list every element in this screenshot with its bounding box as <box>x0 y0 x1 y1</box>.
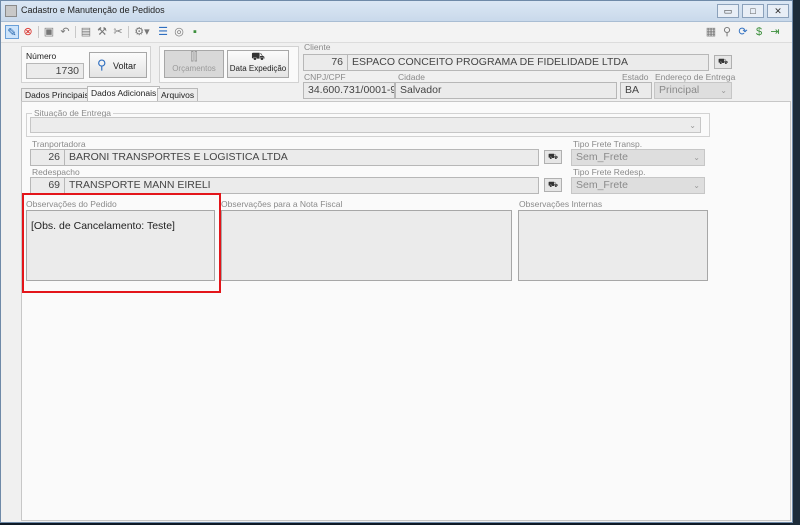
print-icon[interactable]: ▤ <box>79 25 93 39</box>
cliente-label: Cliente <box>304 42 331 52</box>
window-title: Cadastro e Manutenção de Pedidos <box>21 5 165 15</box>
chevron-down-icon: ⌄ <box>693 153 700 162</box>
close-button[interactable]: ✕ <box>767 4 789 18</box>
dollar-icon[interactable]: $ <box>752 25 766 39</box>
transportadora-label: Tranportadora <box>32 139 86 149</box>
estado-label: Estado <box>622 72 649 82</box>
tools-icon[interactable]: ⚒ <box>95 25 109 39</box>
refresh-icon[interactable]: ⟳ <box>736 25 750 39</box>
maximize-button[interactable]: □ <box>742 4 764 18</box>
cidade-field[interactable]: Salvador <box>395 82 617 99</box>
endereco-label: Endereço de Entrega <box>655 72 736 82</box>
chevron-down-icon: ⌄ <box>720 86 727 95</box>
voltar-label: Voltar <box>113 61 137 71</box>
cliente-name-field[interactable]: ESPACO CONCEITO PROGRAMA DE FIDELIDADE L… <box>347 54 709 71</box>
endereco-value: Principal <box>659 84 700 96</box>
export-icon[interactable]: ▪ <box>188 25 202 39</box>
voltar-button[interactable]: ⚲ Voltar <box>89 52 147 78</box>
redespacho-code-field[interactable]: 69 <box>30 177 65 194</box>
toolbar: ✎ ⊗ ▣ ↶ ▤ ⚒ ✂ ⚙▾ ☰ ◎ ▪ ▦ ⚲ ⟳ $ ⇥ <box>1 22 792 43</box>
cancel-icon[interactable]: ⊗ <box>21 25 35 39</box>
cidade-label: Cidade <box>398 72 425 82</box>
list-icon[interactable]: ☰ <box>156 25 170 39</box>
highlight-box <box>22 193 221 293</box>
search-icon: ⚲ <box>97 57 107 72</box>
tipo-frete-redesp-select[interactable]: Sem_Frete ⌄ <box>571 177 705 194</box>
main-window: Cadastro e Manutenção de Pedidos ▭ □ ✕ ✎… <box>0 0 793 523</box>
data-expedicao-label: Data Expedição <box>229 64 287 73</box>
tab-dados-principais[interactable]: Dados Principais <box>21 88 93 101</box>
orcamentos-button[interactable]: ⫿⫿ Orçamentos <box>164 50 224 78</box>
situacao-select[interactable]: ⌄ <box>30 117 701 133</box>
chevron-down-icon: ⌄ <box>693 181 700 190</box>
save-icon[interactable]: ▣ <box>42 25 56 39</box>
redespacho-lookup-button[interactable]: ⛟ <box>544 178 562 192</box>
obs-internas-label: Observações Internas <box>519 199 603 209</box>
tipo-frete-transp-value: Sem_Frete <box>576 151 628 163</box>
copy-icon[interactable]: ◎ <box>172 25 186 39</box>
exit-icon[interactable]: ⇥ <box>768 25 782 39</box>
redespacho-name-field[interactable]: TRANSPORTE MANN EIRELI <box>64 177 539 194</box>
data-expedicao-button[interactable]: ⛟ Data Expedição <box>227 50 289 78</box>
tipo-frete-redesp-label: Tipo Frete Redesp. <box>573 167 646 177</box>
obs-internas-textarea[interactable] <box>518 210 708 281</box>
truck-icon: ⛟ <box>251 51 265 63</box>
edit-icon[interactable]: ✎ <box>5 25 19 39</box>
cnpj-field[interactable]: 34.600.731/0001-90 <box>303 82 395 99</box>
chart-icon[interactable]: ⚙▾ <box>132 25 152 39</box>
transportadora-lookup-button[interactable]: ⛟ <box>544 150 562 164</box>
obs-nota-label: Observações para a Nota Fiscal <box>221 199 343 209</box>
numero-label: Número <box>26 51 57 61</box>
tipo-frete-redesp-value: Sem_Frete <box>576 179 628 191</box>
numero-field[interactable]: 1730 <box>26 63 84 79</box>
obs-nota-textarea[interactable] <box>221 210 512 281</box>
title-bar: Cadastro e Manutenção de Pedidos ▭ □ ✕ <box>1 1 792 22</box>
tab-dados-adicionais[interactable]: Dados Adicionais <box>87 86 161 102</box>
chevron-down-icon: ⌄ <box>689 121 696 130</box>
orcamentos-label: Orçamentos <box>172 64 216 73</box>
cnpj-label: CNPJ/CPF <box>304 72 346 82</box>
redespacho-label: Redespacho <box>32 167 80 177</box>
tipo-frete-transp-select[interactable]: Sem_Frete ⌄ <box>571 149 705 166</box>
cliente-code-field[interactable]: 76 <box>303 54 348 71</box>
undo-icon[interactable]: ↶ <box>58 25 72 39</box>
app-icon <box>5 5 17 17</box>
transportadora-code-field[interactable]: 26 <box>30 149 65 166</box>
estado-field[interactable]: BA <box>620 82 652 99</box>
transportadora-name-field[interactable]: BARONI TRANSPORTES E LOGISTICA LTDA <box>64 149 539 166</box>
tipo-frete-transp-label: Tipo Frete Transp. <box>573 139 643 149</box>
tab-arquivos[interactable]: Arquivos <box>157 88 199 101</box>
minimize-button[interactable]: ▭ <box>717 4 739 18</box>
binoculars-icon: ⫿⫿ <box>190 51 198 63</box>
search-icon[interactable]: ⚲ <box>720 25 734 39</box>
attach-icon[interactable]: ✂ <box>111 25 125 39</box>
cliente-lookup-button[interactable]: ⛟ <box>714 55 732 69</box>
endereco-select[interactable]: Principal ⌄ <box>654 82 732 99</box>
calculator-icon[interactable]: ▦ <box>704 25 718 39</box>
